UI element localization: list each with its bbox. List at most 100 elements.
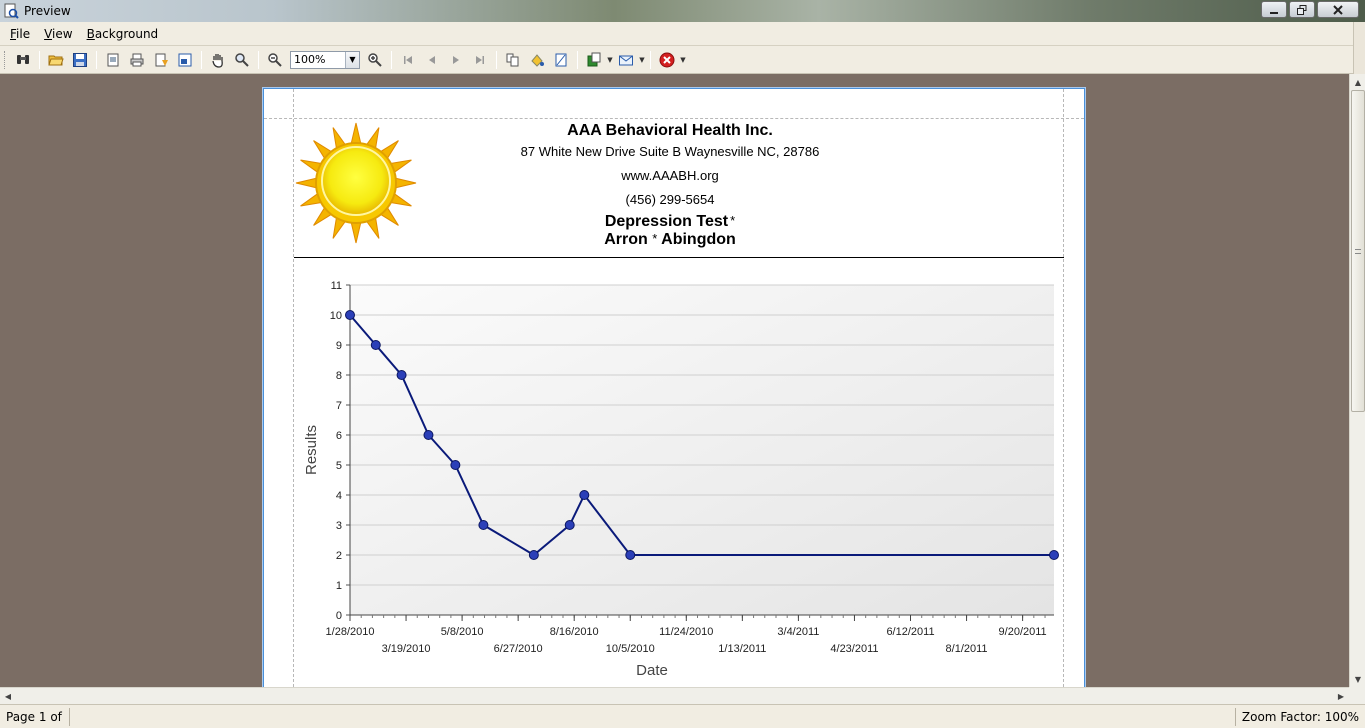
export-button[interactable] (583, 49, 605, 71)
y-tick-label: 0 (336, 610, 342, 622)
data-point (528, 550, 539, 560)
preview-app-icon (4, 3, 19, 19)
org-website: www.AAABH.org (621, 168, 719, 183)
watermark-button[interactable] (550, 49, 572, 71)
multiple-pages-icon (506, 53, 519, 66)
patient-middle-marker: * (652, 231, 658, 246)
multiple-pages-button[interactable] (502, 49, 524, 71)
y-tick-label: 3 (336, 520, 342, 532)
data-point (450, 460, 461, 470)
zoom-combo[interactable]: 100% ▼ (290, 50, 360, 69)
x-axis-title: Date (636, 662, 668, 679)
scroll-left-icon[interactable]: ◀ (0, 689, 16, 703)
org-name: AAA Behavioral Health Inc. (567, 122, 773, 139)
status-bar: Page 1 of 1 Zoom Factor: 100% (0, 704, 1365, 728)
email-dropdown-icon[interactable]: ▼ (638, 56, 646, 64)
open-button[interactable] (45, 49, 67, 71)
export-icon (587, 52, 601, 66)
x-tick-label: 10/5/2010 (606, 643, 655, 655)
y-tick-label: 9 (336, 340, 342, 352)
menu-bar-end (1353, 22, 1365, 46)
scroll-down-icon[interactable]: ▼ (1351, 671, 1365, 687)
patient-name: Arron * Abingdon (294, 231, 1046, 249)
zoom-in-icon (368, 52, 382, 67)
save-icon (73, 52, 87, 67)
chevron-down-icon[interactable]: ▼ (345, 51, 359, 68)
last-page-icon (476, 55, 484, 64)
zoom-out-button[interactable] (264, 49, 286, 71)
first-page-button[interactable] (397, 49, 419, 71)
toolbar: 100% ▼ ▼ ▼ ▼ (0, 46, 1365, 74)
zoom-in-button[interactable] (364, 49, 386, 71)
next-page-button[interactable] (445, 49, 467, 71)
x-tick-label: 5/8/2010 (441, 626, 484, 638)
x-tick-label: 3/19/2010 (382, 643, 431, 655)
menu-file[interactable]: File (10, 27, 30, 41)
horizontal-scrollbar[interactable]: ◀ ▶ (0, 687, 1349, 704)
y-axis-title: Results (303, 425, 320, 475)
close-preview-icon (659, 52, 675, 67)
restore-icon (1297, 4, 1307, 15)
first-page-icon (404, 55, 412, 64)
magnifier-button[interactable] (231, 49, 253, 71)
background-color-button[interactable] (526, 49, 548, 71)
menu-view[interactable]: View (44, 27, 72, 41)
scale-icon (178, 53, 192, 66)
toolbar-grip[interactable] (4, 50, 7, 69)
vertical-scrollbar[interactable]: ▲ ▼ (1349, 74, 1365, 687)
menu-bar: File View Background (0, 22, 1365, 46)
title-marker: * (730, 213, 736, 228)
send-email-button[interactable] (615, 49, 637, 71)
previous-page-button[interactable] (421, 49, 443, 71)
next-page-icon (453, 55, 459, 64)
restore-button[interactable] (1289, 1, 1315, 18)
header-divider (294, 257, 1064, 258)
data-point (396, 370, 407, 380)
y-tick-label: 7 (336, 400, 342, 412)
x-tick-label: 8/16/2010 (550, 626, 599, 638)
window-title: Preview (24, 4, 71, 18)
data-point (423, 430, 434, 440)
watermark-icon (555, 53, 567, 66)
hand-tool-button[interactable] (207, 49, 229, 71)
preview-workspace[interactable]: AAA Behavioral Health Inc. 87 White New … (0, 74, 1349, 687)
last-page-button[interactable] (469, 49, 491, 71)
test-title: Depression Test (604, 213, 729, 230)
report-page: AAA Behavioral Health Inc. 87 White New … (263, 88, 1085, 687)
find-button[interactable] (12, 49, 34, 71)
magnifier-icon (235, 52, 249, 67)
find-icon (17, 54, 29, 64)
y-tick-label: 11 (331, 280, 342, 292)
x-tick-label: 6/27/2010 (494, 643, 543, 655)
page-setup-button[interactable] (102, 49, 124, 71)
menu-background[interactable]: Background (87, 27, 159, 41)
report-header: AAA Behavioral Health Inc. 87 White New … (294, 119, 1064, 257)
data-point (1049, 550, 1059, 560)
data-point (579, 490, 590, 500)
data-point (625, 550, 636, 560)
data-point (564, 520, 575, 530)
quick-print-button[interactable] (150, 49, 172, 71)
close-preview-button[interactable] (656, 49, 678, 71)
save-button[interactable] (69, 49, 91, 71)
close-window-button[interactable] (1317, 1, 1359, 18)
scroll-up-icon[interactable]: ▲ (1351, 74, 1365, 90)
print-button[interactable] (126, 49, 148, 71)
export-dropdown-icon[interactable]: ▼ (606, 56, 614, 64)
y-tick-label: 5 (336, 460, 342, 472)
x-tick-label: 11/24/2010 (659, 626, 713, 638)
scale-button[interactable] (174, 49, 196, 71)
patient-last-name: Abingdon (661, 231, 736, 248)
zoom-value: 100% (294, 53, 326, 66)
x-tick-label: 9/20/2011 (999, 626, 1047, 638)
scroll-right-icon[interactable]: ▶ (1333, 689, 1349, 703)
print-icon (130, 53, 144, 66)
vertical-scroll-thumb[interactable] (1351, 90, 1365, 412)
y-tick-label: 4 (336, 490, 342, 502)
x-tick-label: 3/4/2011 (777, 626, 819, 638)
title-bar: Preview (0, 0, 1365, 22)
patient-first-name: Arron (604, 231, 648, 248)
close-dropdown-icon[interactable]: ▼ (679, 56, 687, 64)
minimize-button[interactable] (1261, 1, 1287, 18)
y-tick-label: 8 (336, 370, 342, 382)
